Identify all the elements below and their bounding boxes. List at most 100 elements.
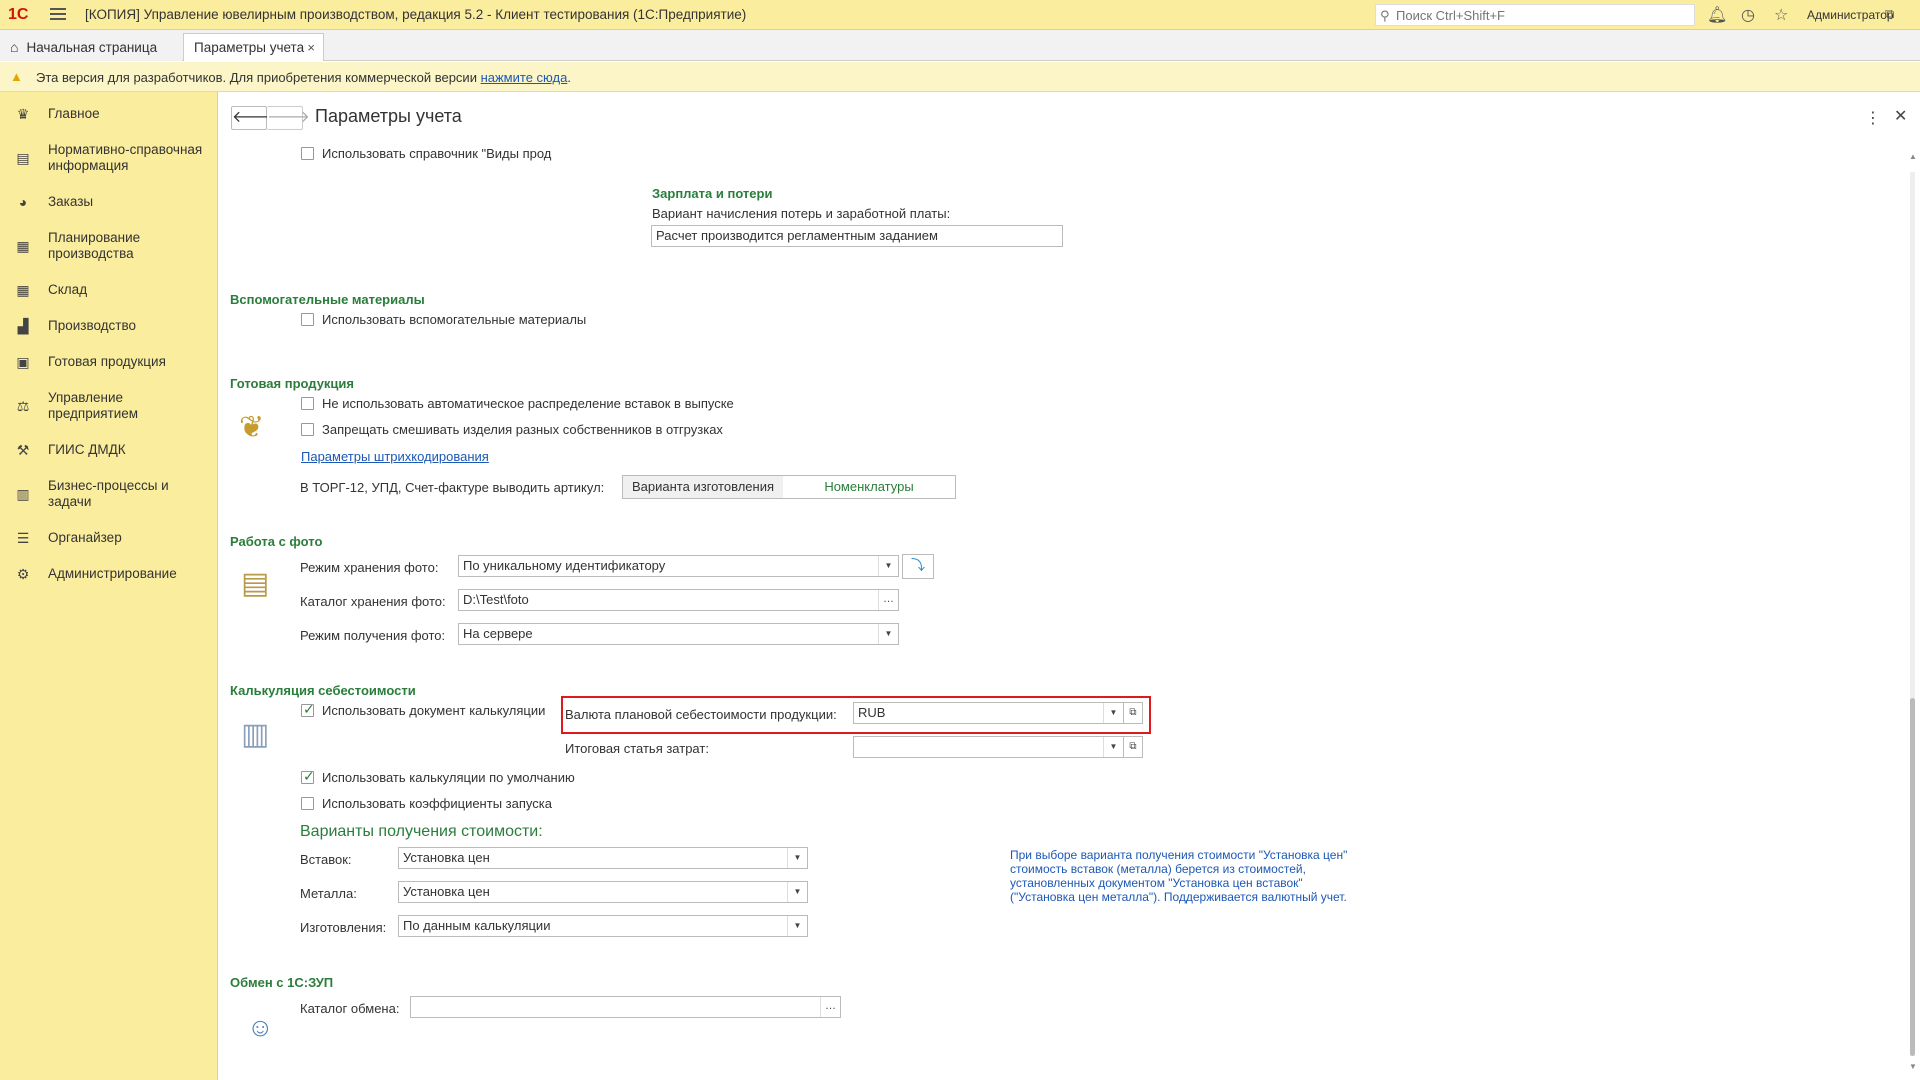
checkbox-aux-materials[interactable] [301,313,314,326]
option-nomenclature-button[interactable]: Номенклатуры [783,475,956,499]
checkbox-default-costing-label: Использовать калькуляции по умолчанию [322,770,575,785]
jewelry-icon: ❦ [239,411,265,444]
app-title: [КОПИЯ] Управление ювелирным производств… [85,7,747,22]
main-panel: 🡐 🡒 Параметры учета ⋮ ✕ ▲ ▼ Использовать… [219,92,1920,1080]
factory-icon: ▟ [17,318,29,334]
main-menu-icon[interactable] [50,8,66,22]
window-restore-icon[interactable]: ⧉ [1885,6,1894,22]
sidebar: ♛ Главное ▤ Нормативно-справочная информ… [0,92,218,1080]
catalog-field[interactable]: D:\Test\foto … [458,589,899,611]
title-bar: 1С [КОПИЯ] Управление ювелирным производ… [0,0,1920,30]
chevron-down-icon[interactable]: ▼ [878,556,898,576]
browse-icon[interactable]: … [820,997,840,1017]
bell-icon[interactable]: 🔔︎ [1707,5,1727,25]
chevron-down-icon[interactable]: ▼ [787,882,807,902]
checkbox-use-product-types-label: Использовать справочник "Виды прод [322,146,552,161]
tab-home[interactable]: ⌂ Начальная страница [0,33,182,61]
bag-icon: ▣ [16,354,30,370]
section-aux-title: Вспомогательные материалы [230,292,425,307]
section-exchange-title: Обмен с 1С:ЗУП [230,975,334,990]
exchange-catalog-label: Каталог обмена: [300,1001,400,1016]
open-currency-icon[interactable]: ⧉ [1123,702,1143,724]
manuf-label: Изготовления: [300,920,387,935]
checkbox-no-auto-distribution[interactable] [301,397,314,410]
exchange-catalog-field[interactable]: … [410,996,841,1018]
sliders-icon: ☰ [16,530,30,546]
section-costing-title: Калькуляция себестоимости [230,683,416,698]
chevron-down-icon[interactable]: ▼ [787,848,807,868]
book-icon: ▤ [16,150,30,166]
section-salary-title: Зарплата и потери [652,186,773,201]
scroll-up-arrow[interactable]: ▲ [1909,152,1917,161]
app-logo[interactable]: 1С [8,6,28,24]
history-icon[interactable]: ◷ [1741,5,1755,25]
currency-field[interactable]: RUB ▼ [853,702,1124,724]
article-label: В ТОРГ-12, УПД, Счет-фактуре выводить ар… [300,480,605,495]
browse-icon[interactable]: … [878,590,898,610]
user-exchange-icon: ☺ [247,1012,274,1042]
warning-icon: ▲ [10,69,23,84]
close-tab-icon[interactable]: × [307,34,315,62]
checkbox-use-costing-doc[interactable] [301,701,315,718]
open-cost-item-icon[interactable]: ⧉ [1123,736,1143,758]
storage-mode-field[interactable]: По уникальному идентификатору ▼ [458,555,899,577]
back-button[interactable]: 🡐 [231,106,275,130]
chevron-down-icon[interactable]: ▼ [1103,703,1123,723]
section-photo-title: Работа с фото [230,534,323,549]
crown-icon: ♛ [16,106,30,122]
cost-item-field[interactable]: ▼ [853,736,1124,758]
warning-text: Эта версия для разработчиков. Для приобр… [36,70,481,85]
checkbox-launch-coef-label: Использовать коэффициенты запуска [322,796,552,811]
global-search[interactable]: ⚲ [1375,4,1695,26]
folder-icon: ▤ [241,567,270,600]
checkbox-no-mixing-owners-label: Запрещать смешивать изделия разных собст… [322,422,723,437]
checkbox-launch-coef[interactable] [301,797,314,810]
storage-mode-label: Режим хранения фото: [300,560,439,575]
close-icon[interactable]: ✕ [1894,106,1907,126]
checkbox-use-product-types[interactable] [301,147,314,160]
building-icon: ▥ [16,486,30,502]
forward-button[interactable]: 🡒 [267,106,310,130]
grid-icon: ▦ [16,282,30,298]
receive-mode-field[interactable]: На сервере ▼ [458,623,899,645]
cost-item-label: Итоговая статья затрат: [565,741,709,756]
search-input[interactable] [1396,7,1686,23]
checkbox-no-mixing-owners[interactable] [301,423,314,436]
section-finished-title: Готовая продукция [230,376,355,391]
inserts-field[interactable]: Установка цен ▼ [398,847,808,869]
more-icon[interactable]: ⋮ [1865,108,1881,128]
scrollbar-thumb[interactable] [1910,698,1915,1056]
chevron-down-icon[interactable]: ▼ [1103,737,1123,757]
manuf-field[interactable]: По данным калькуляции ▼ [398,915,808,937]
tool-icon: ⚒ [16,442,30,458]
purchase-link[interactable]: нажмите сюда [481,70,568,85]
checkbox-use-costing-doc-label: Использовать документ калькуляции [322,703,546,718]
chart-icon: ⚖ [16,398,30,414]
scroll-down-arrow[interactable]: ▼ [1909,1062,1917,1071]
variants-title: Варианты получения стоимости: [300,823,543,840]
metal-label: Металла: [300,886,357,901]
checkbox-aux-materials-label: Использовать вспомогательные материалы [322,312,587,327]
user-name[interactable]: Администратор [1807,8,1894,22]
checkbox-default-costing[interactable] [301,768,315,785]
clipboard-icon: ▦ [16,238,30,254]
catalog-label: Каталог хранения фото: [300,594,446,609]
tab-params[interactable]: Параметры учета × [183,33,324,61]
metal-field[interactable]: Установка цен ▼ [398,881,808,903]
page-title: Параметры учета [315,106,462,126]
chevron-down-icon[interactable]: ▼ [878,624,898,644]
salary-variant-field[interactable]: Расчет производится регламентным задание… [651,225,1063,247]
tab-params-label: Параметры учета [194,40,305,55]
chevron-down-icon[interactable]: ▼ [787,916,807,936]
option-variant-button[interactable]: Варианта изготовления [622,475,784,499]
buildings-icon: ▥ [241,718,270,751]
tab-bar: ⌂ Начальная страница Параметры учета × [0,30,1920,61]
change-storage-button[interactable]: ⤵ [902,554,934,579]
home-icon: ⌂ [10,39,19,55]
gear-icon: ⚙ [16,566,30,582]
receive-mode-label: Режим получения фото: [300,628,446,643]
tab-home-label: Начальная страница [26,40,158,55]
barcode-params-link[interactable]: Параметры штрихкодирования [301,449,489,464]
star-icon[interactable]: ☆ [1774,5,1788,25]
costing-note: При выборе варианта получения стоимости … [1010,848,1348,904]
